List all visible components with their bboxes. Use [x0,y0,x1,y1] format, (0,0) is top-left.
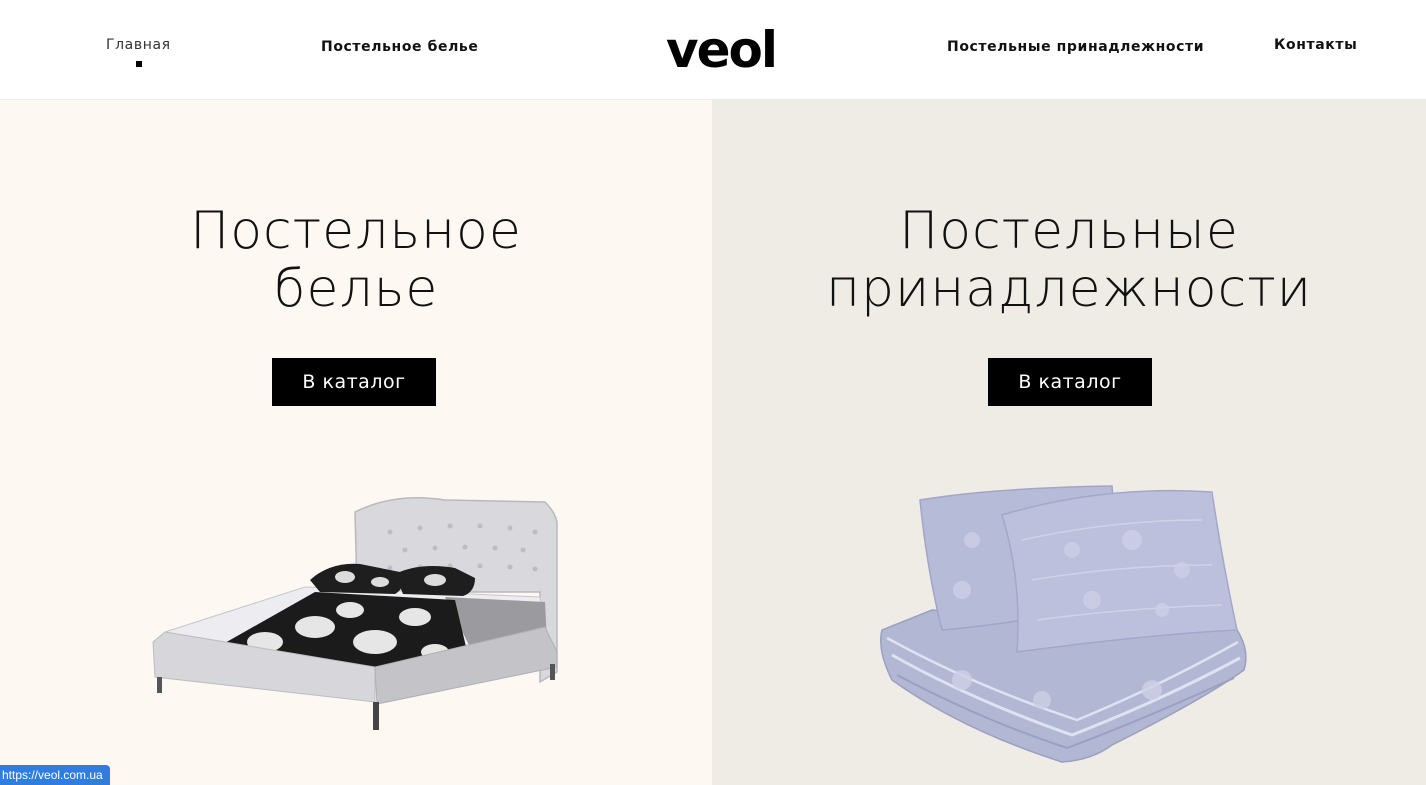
accessories-title-line1: Постельные [899,201,1239,261]
logo-text: veol [666,24,776,72]
nav-contacts-link[interactable]: Контакты [1274,37,1357,53]
nav-accessories-link[interactable]: Постельные принадлежности [947,39,1204,55]
nav-home-link[interactable]: Главная [106,37,171,53]
accessories-title: Постельные принадлежности [712,202,1426,318]
accessories-panel: Постельные принадлежности В каталог [712,100,1426,785]
bedding-panel: Постельное белье В каталог [0,100,712,785]
bedding-title: Постельное белье [0,202,712,318]
bedding-catalog-button[interactable]: В каталог [272,358,436,406]
status-bar-url: https://veol.com.ua [0,765,110,785]
bed-image [152,496,558,730]
pillows-blanket-image [880,485,1247,763]
active-indicator [136,61,142,67]
veol-logo[interactable]: veol [666,24,778,72]
bedding-title-line1: Постельное [190,201,522,261]
accessories-catalog-button[interactable]: В каталог [988,358,1152,406]
nav-bedding-link[interactable]: Постельное белье [321,39,478,55]
site-header: Главная Постельное белье veol Постельные… [0,0,1426,100]
bedding-title-line2: белье [273,259,439,319]
accessories-title-line2: принадлежности [826,259,1312,319]
